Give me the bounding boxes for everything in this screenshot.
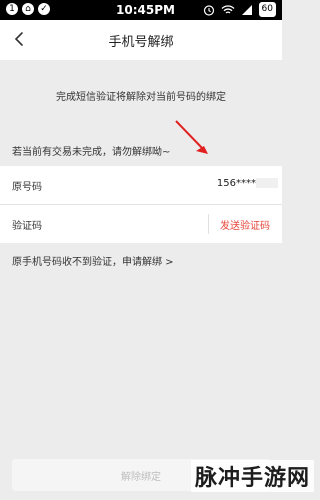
red-annotation-arrow-icon [175,120,208,154]
verification-notice: 完成短信验证将解除对当前号码的绑定 [56,92,226,103]
notification-icon: ✓ [38,3,50,15]
verification-code-row: 验证码 发送验证码 [0,205,282,243]
field-divider [208,214,209,234]
status-system-icons: 60 [203,2,276,17]
verification-code-label: 验证码 [12,221,42,232]
status-bar: 1 ⌂ ✓ 10:45PM 60 [0,0,282,20]
unbind-form: 原号码 156**** 验证码 发送验证码 [0,166,282,243]
unfinished-transaction-warning: 若当前有交易未完成，请勿解绑呦~ [12,147,171,158]
signal-icon [241,4,252,15]
wifi-icon [221,4,235,14]
page-title: 手机号解绑 [108,35,174,50]
original-number-row: 原号码 156**** [0,166,282,205]
alarm-icon [203,4,214,16]
masked-digits [256,178,278,188]
status-notification-icons: 1 ⌂ ✓ [6,3,50,15]
nav-bar: 手机号解绑 [0,20,282,60]
original-number-value: 156**** [216,178,256,189]
apply-unbind-link[interactable]: 原手机号码收不到验证，申请解绑 > [12,253,174,268]
site-watermark: 脉冲手游网 [190,460,314,492]
status-time: 10:45PM [116,3,175,17]
notification-icon: 1 [6,3,18,15]
notification-icon: ⌂ [22,3,34,15]
battery-indicator: 60 [258,2,276,17]
original-number-label: 原号码 [12,182,42,193]
send-code-button[interactable]: 发送验证码 [220,217,270,232]
